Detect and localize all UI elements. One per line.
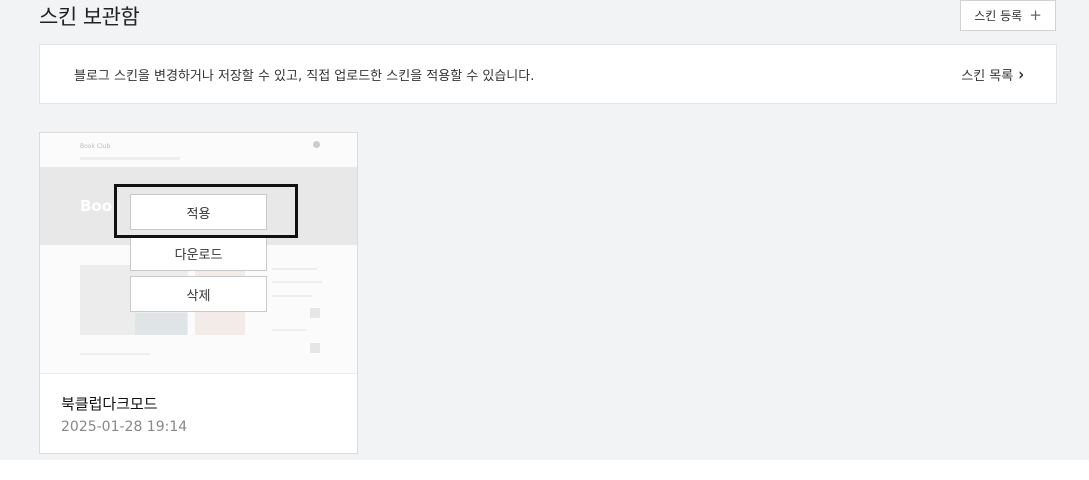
thumbnail-text-line <box>272 329 307 331</box>
thumbnail-text-line <box>272 295 312 297</box>
thumbnail-text-line <box>272 268 317 270</box>
apply-button[interactable]: 적용 <box>130 194 267 230</box>
page-title: 스킨 보관함 <box>39 5 140 29</box>
chevron-right-icon: › <box>1018 64 1024 85</box>
skin-list-link[interactable]: 스킨 목록 › <box>961 65 1024 84</box>
skin-thumbnail[interactable]: Book Club Boo 적용 다운로드 삭제 <box>40 133 357 374</box>
thumbnail-square <box>310 343 320 353</box>
thumbnail-nav <box>80 157 180 160</box>
thumbnail-image <box>135 313 187 335</box>
info-banner: 블로그 스킨을 변경하거나 저장할 수 있고, 직접 업로드한 스킨을 적용할 … <box>39 44 1057 104</box>
thumbnail-hero-text: Boo <box>80 197 113 215</box>
info-text: 블로그 스킨을 변경하거나 저장할 수 있고, 직접 업로드한 스킨을 적용할 … <box>74 69 535 84</box>
thumbnail-site-title: Book Club <box>80 143 111 150</box>
plus-icon: + <box>1029 6 1042 24</box>
register-skin-label: 스킨 등록 <box>974 9 1023 23</box>
thumbnail-text-line <box>272 281 322 283</box>
thumbnail-moon-icon <box>313 141 320 148</box>
delete-button[interactable]: 삭제 <box>130 276 267 312</box>
register-skin-button[interactable]: 스킨 등록 + <box>960 0 1056 31</box>
skin-name: 북클럽다크모드 <box>61 395 158 413</box>
skin-card: Book Club Boo 적용 다운로드 삭제 북클럽다크모드 2025-01… <box>39 132 358 454</box>
download-button[interactable]: 다운로드 <box>130 235 267 271</box>
thumbnail-square <box>310 308 320 318</box>
skin-date: 2025-01-28 19:14 <box>61 419 188 435</box>
skin-list-label: 스킨 목록 <box>961 69 1014 84</box>
thumbnail-text-line <box>80 353 150 355</box>
